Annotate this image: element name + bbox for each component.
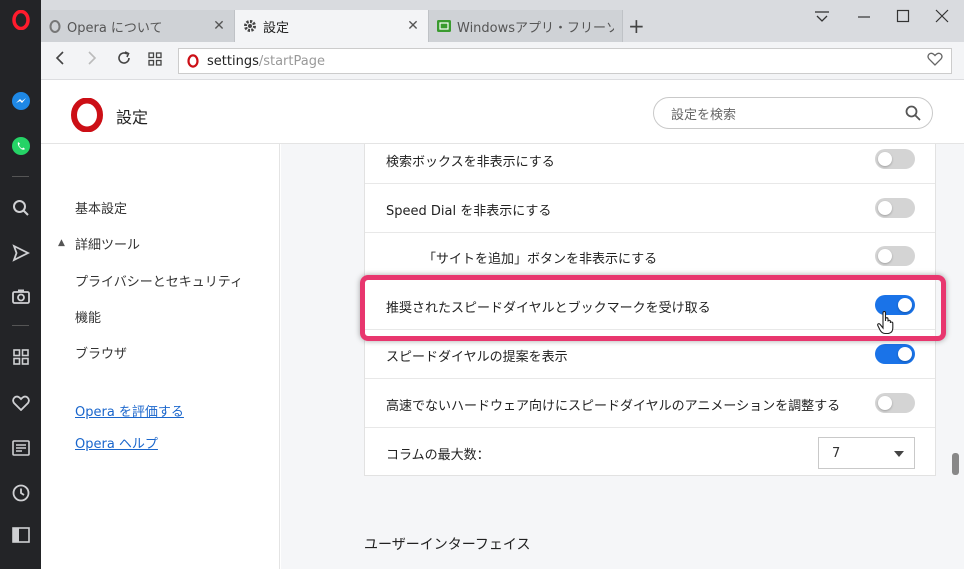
new-tab-button[interactable]: + bbox=[628, 14, 645, 38]
tab-strip: Opera について ✕ 設定 ✕ Windowsアプリ・フリーソフトの + bbox=[41, 0, 964, 42]
page-title: 設定 bbox=[116, 108, 149, 127]
setting-row: 高速でないハードウェア向けにスピードダイヤルのアニメーションを調整する bbox=[365, 379, 935, 428]
search-icon bbox=[905, 105, 921, 125]
tab-title: Opera について bbox=[67, 20, 163, 36]
setting-row: 「サイトを追加」ボタンを非表示にする bbox=[365, 232, 935, 281]
site-icon bbox=[437, 20, 451, 32]
setting-row: Speed Dial を非表示にする bbox=[365, 184, 935, 233]
tab-menu-icon[interactable] bbox=[814, 9, 830, 27]
toggle-knob bbox=[878, 249, 892, 263]
tab-title: Windowsアプリ・フリーソフトの bbox=[457, 20, 614, 36]
speed-dial-button[interactable] bbox=[148, 50, 162, 71]
url-host: settings bbox=[207, 53, 259, 69]
sidebar-toggle-icon[interactable] bbox=[0, 520, 41, 550]
setting-row: 検索ボックスを非表示にする bbox=[365, 135, 935, 184]
opera-help-link[interactable]: Opera ヘルプ bbox=[75, 433, 158, 452]
window-close-icon[interactable] bbox=[935, 9, 949, 27]
sidebar-divider bbox=[12, 176, 29, 177]
hide-speed-dial-toggle[interactable] bbox=[875, 198, 915, 218]
setting-label: コラムの最大数： bbox=[386, 448, 490, 463]
close-icon[interactable]: ✕ bbox=[406, 18, 420, 34]
adjust-animation-toggle[interactable] bbox=[875, 393, 915, 413]
bookmark-heart-icon[interactable] bbox=[927, 52, 943, 70]
sidebar-divider bbox=[12, 325, 29, 326]
setting-label: 検索ボックスを非表示にする bbox=[386, 155, 555, 170]
history-icon[interactable] bbox=[0, 478, 41, 508]
opera-menu-icon[interactable] bbox=[0, 5, 41, 35]
nav-item-privacy[interactable]: プライバシーとセキュリティ bbox=[75, 271, 243, 290]
setting-label: 高速でないハードウェア向けにスピードダイヤルのアニメーションを調整する bbox=[386, 399, 841, 414]
settings-search-input[interactable]: 設定を検索 bbox=[653, 97, 933, 129]
setting-row: コラムの最大数： 7 bbox=[365, 428, 935, 477]
hide-search-box-toggle[interactable] bbox=[875, 149, 915, 169]
rate-opera-link[interactable]: Opera を評価する bbox=[75, 401, 184, 420]
setting-label: 「サイトを追加」ボタンを非表示にする bbox=[423, 252, 658, 267]
camera-icon[interactable] bbox=[0, 281, 41, 311]
settings-main: 検索ボックスを非表示にする Speed Dial を非表示にする 「サイトを追加… bbox=[281, 144, 964, 569]
forward-button[interactable] bbox=[86, 50, 98, 71]
max-columns-select[interactable]: 7 bbox=[818, 437, 915, 469]
toggle-knob bbox=[878, 396, 892, 410]
nav-item-features[interactable]: 機能 bbox=[75, 307, 101, 326]
address-field[interactable]: settings/startPage bbox=[178, 48, 952, 74]
opera-icon bbox=[49, 19, 61, 33]
caret-up-icon: ▲ bbox=[58, 238, 65, 248]
show-suggestions-toggle[interactable] bbox=[875, 344, 915, 364]
search-placeholder: 設定を検索 bbox=[671, 107, 737, 123]
hide-add-site-button-toggle[interactable] bbox=[875, 246, 915, 266]
toggle-knob bbox=[878, 152, 892, 166]
scrollbar[interactable] bbox=[952, 453, 959, 475]
heart-icon[interactable] bbox=[0, 388, 41, 418]
search-icon[interactable] bbox=[0, 193, 41, 223]
back-button[interactable] bbox=[54, 50, 66, 71]
highlight-box bbox=[360, 275, 946, 341]
opera-logo-icon bbox=[71, 97, 103, 136]
maximize-icon[interactable] bbox=[896, 9, 910, 27]
tab-title: 設定 bbox=[263, 20, 290, 36]
tab-about-opera[interactable]: Opera について ✕ bbox=[41, 10, 235, 42]
settings-nav: 基本設定 ▲ 詳細ツール プライバシーとセキュリティ 機能 ブラウザ Opera… bbox=[41, 144, 280, 569]
setting-label: Speed Dial を非表示にする bbox=[386, 204, 552, 219]
close-icon[interactable]: ✕ bbox=[212, 18, 226, 34]
reload-button[interactable] bbox=[116, 50, 132, 71]
opera-icon bbox=[187, 54, 199, 68]
whatsapp-icon[interactable] bbox=[0, 131, 41, 161]
chevron-down-icon bbox=[894, 451, 904, 457]
nav-item-browser[interactable]: ブラウザ bbox=[75, 343, 127, 362]
speed-dial-icon[interactable] bbox=[0, 342, 41, 372]
toggle-knob bbox=[878, 201, 892, 215]
section-title: ユーザーインターフェイス bbox=[364, 537, 531, 553]
url-path: /startPage bbox=[258, 53, 325, 69]
minimize-icon[interactable] bbox=[857, 9, 871, 27]
gear-icon bbox=[244, 20, 256, 32]
tab-windows-apps[interactable]: Windowsアプリ・フリーソフトの bbox=[429, 10, 623, 42]
tab-settings[interactable]: 設定 ✕ bbox=[235, 10, 429, 42]
select-value: 7 bbox=[832, 445, 841, 461]
address-toolbar: settings/startPage bbox=[41, 42, 964, 80]
news-icon[interactable] bbox=[0, 433, 41, 463]
nav-item-advanced[interactable]: 詳細ツール bbox=[75, 234, 140, 253]
opera-sidebar bbox=[0, 0, 41, 569]
send-icon[interactable] bbox=[0, 238, 41, 268]
nav-item-basic[interactable]: 基本設定 bbox=[75, 198, 127, 217]
toggle-knob bbox=[898, 347, 912, 361]
setting-label: スピードダイヤルの提案を表示 bbox=[386, 350, 568, 365]
messenger-icon[interactable] bbox=[0, 86, 41, 116]
hand-cursor-icon bbox=[877, 310, 895, 339]
